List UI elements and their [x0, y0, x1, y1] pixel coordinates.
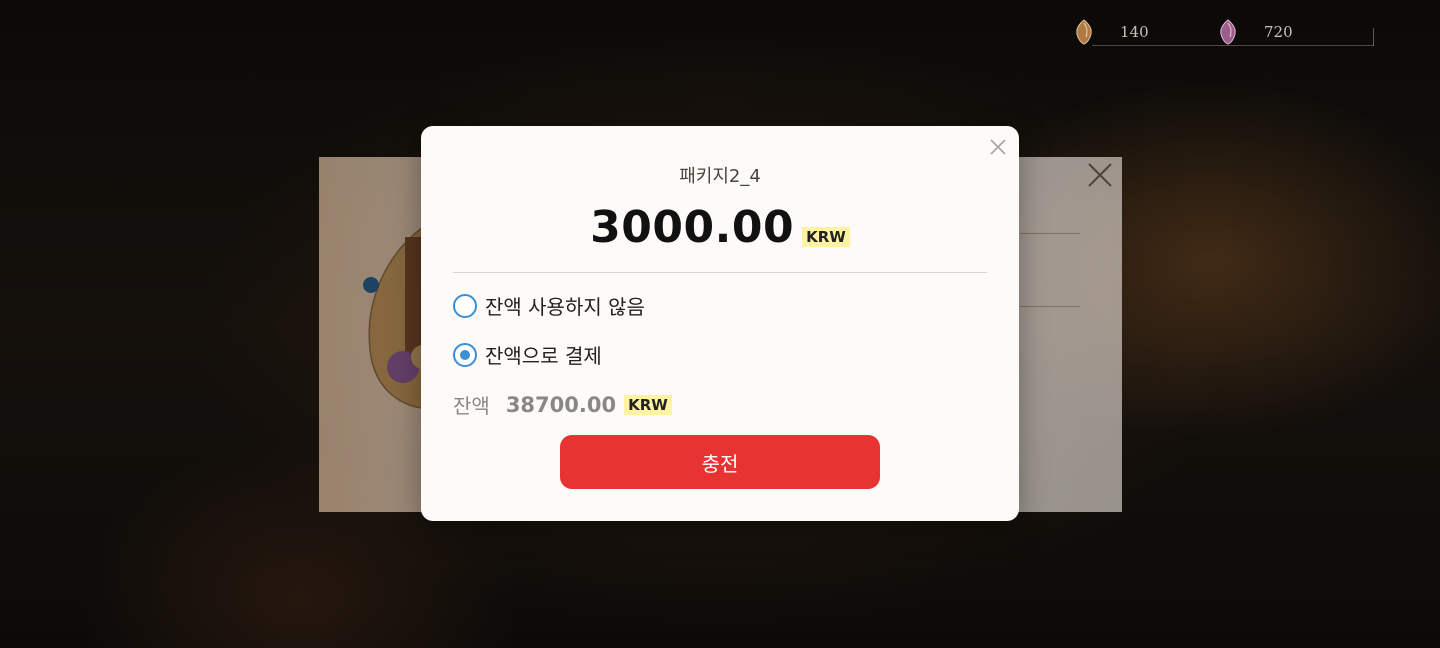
close-icon[interactable]: [989, 138, 1007, 156]
price-amount: 3000.00: [590, 202, 795, 253]
currency-amber-value: 140: [1120, 23, 1149, 41]
price-row: 3000.00 KRW: [421, 202, 1019, 253]
radio-button-selected[interactable]: [453, 342, 477, 367]
payment-dialog: 패키지2_4 3000.00 KRW 잔액 사용하지 않음 잔액으로 결제 잔액…: [421, 126, 1019, 521]
balance-row: 잔액 38700.00 KRW: [453, 390, 672, 419]
option-label: 잔액으로 결제: [485, 344, 602, 368]
currency-bar-endcap: [1373, 28, 1374, 46]
price-currency-badge: KRW: [802, 227, 850, 247]
currency-purple-value: 720: [1264, 23, 1293, 41]
panel-divider-1: [1020, 233, 1080, 234]
currency-bar-divider: [1092, 45, 1374, 46]
option-pay-with-balance[interactable]: 잔액으로 결제: [453, 340, 602, 369]
purple-gem-icon: [1220, 19, 1236, 45]
currency-purple: 720: [1218, 18, 1293, 46]
game-screen: 140 720 패키지2_4 3000.00 KRW 잔액 사용하지 않음 잔액…: [0, 0, 1440, 648]
amber-gem-icon: [1076, 19, 1092, 45]
radio-button[interactable]: [453, 293, 477, 318]
currency-amber: 140: [1074, 18, 1149, 46]
currency-bar: 140 720: [1074, 18, 1374, 46]
option-label: 잔액 사용하지 않음: [485, 295, 645, 319]
charge-button[interactable]: 충전: [560, 435, 880, 489]
package-title: 패키지2_4: [679, 166, 761, 187]
balance-currency-badge: KRW: [624, 394, 672, 415]
close-icon[interactable]: [1084, 159, 1116, 191]
balance-amount: 38700.00: [505, 392, 617, 417]
panel-divider-2: [1020, 306, 1080, 307]
balance-label: 잔액: [453, 394, 490, 418]
divider: [453, 272, 987, 273]
option-no-balance[interactable]: 잔액 사용하지 않음: [453, 291, 645, 320]
